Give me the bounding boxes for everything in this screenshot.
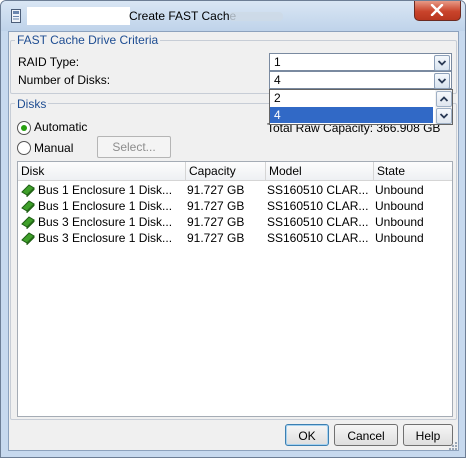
automatic-label[interactable]: Automatic: [34, 120, 87, 134]
raid-type-select[interactable]: 1: [269, 53, 452, 71]
help-button[interactable]: Help: [403, 424, 453, 446]
table-row[interactable]: Bus 1 Enclosure 1 Disk... 91.727 GB SS16…: [18, 198, 452, 214]
num-disks-select[interactable]: 4: [269, 71, 452, 89]
table-row[interactable]: Bus 3 Enclosure 1 Disk... 91.727 GB SS16…: [18, 214, 452, 230]
disk-table-header: Disk Capacity Model State: [18, 162, 452, 181]
chevron-down-icon: [439, 113, 449, 119]
select-disks-button[interactable]: Select...: [97, 136, 171, 158]
capacity-cell: 91.727 GB: [187, 215, 245, 229]
model-cell: SS160510 CLAR...: [267, 215, 369, 229]
disk-cell: Bus 3 Enclosure 1 Disk...: [38, 215, 173, 229]
window-title: Create FAST Cache: [129, 9, 237, 23]
num-disks-label: Number of Disks:: [18, 73, 111, 87]
capacity-cell: 91.727 GB: [187, 231, 245, 245]
chevron-down-icon: [437, 60, 447, 66]
title-bar[interactable]: Create FAST Cache: [1, 1, 465, 31]
disk-table: Disk Capacity Model State Bus 1 Enclosur…: [17, 161, 453, 417]
radio-selected-dot: [21, 125, 27, 131]
disk-cell: Bus 1 Enclosure 1 Disk...: [38, 199, 173, 213]
dialog-window: Create FAST Cache FAST Cache Drive Crite…: [0, 0, 466, 458]
option-label: 4: [274, 108, 281, 122]
table-row[interactable]: Bus 1 Enclosure 1 Disk... 91.727 GB SS16…: [18, 182, 452, 198]
num-disks-dropdown-list: 2 4: [269, 89, 453, 125]
criteria-legend: FAST Cache Drive Criteria: [15, 33, 161, 47]
disk-drive-icon: [21, 200, 35, 213]
column-header-state[interactable]: State: [374, 162, 452, 180]
state-cell: Unbound: [375, 199, 424, 213]
disks-legend: Disks: [15, 97, 49, 111]
manual-label[interactable]: Manual: [34, 141, 73, 155]
capacity-cell: 91.727 GB: [187, 183, 245, 197]
model-cell: SS160510 CLAR...: [267, 231, 369, 245]
raid-type-dropdown-button[interactable]: [434, 55, 450, 71]
disk-drive-icon: [21, 232, 35, 245]
disk-drive-icon: [21, 184, 35, 197]
redacted-title-block: [27, 7, 130, 25]
scroll-up-button[interactable]: [436, 91, 452, 107]
close-icon: [430, 4, 444, 16]
dropdown-scrollbar[interactable]: [435, 90, 452, 124]
disk-cell: Bus 1 Enclosure 1 Disk...: [38, 183, 173, 197]
cancel-button[interactable]: Cancel: [334, 424, 398, 446]
num-disks-dropdown-button[interactable]: [434, 73, 450, 89]
chevron-up-icon: [439, 96, 449, 102]
capacity-cell: 91.727 GB: [187, 199, 245, 213]
disk-cell: Bus 3 Enclosure 1 Disk...: [38, 231, 173, 245]
model-cell: SS160510 CLAR...: [267, 183, 369, 197]
ok-button[interactable]: OK: [285, 424, 329, 446]
num-disks-value: 4: [274, 73, 281, 87]
state-cell: Unbound: [375, 183, 424, 197]
table-row[interactable]: Bus 3 Enclosure 1 Disk... 91.727 GB SS16…: [18, 230, 452, 246]
state-cell: Unbound: [375, 231, 424, 245]
model-cell: SS160510 CLAR...: [267, 199, 369, 213]
manual-radio[interactable]: [17, 141, 31, 155]
raid-type-label: RAID Type:: [18, 55, 80, 69]
app-icon: [11, 9, 21, 23]
redacted-title-suffix: [229, 12, 283, 21]
num-disks-option[interactable]: 2: [270, 90, 433, 106]
automatic-radio[interactable]: [17, 121, 31, 135]
column-header-model[interactable]: Model: [266, 162, 374, 180]
raid-type-value: 1: [274, 55, 281, 69]
option-label: 2: [274, 91, 281, 105]
resize-grip-icon[interactable]: [448, 441, 458, 451]
scroll-down-button[interactable]: [436, 108, 452, 124]
disk-drive-icon: [21, 216, 35, 229]
column-header-capacity[interactable]: Capacity: [186, 162, 266, 180]
column-header-disk[interactable]: Disk: [18, 162, 186, 180]
num-disks-option-selected[interactable]: 4: [270, 107, 433, 123]
state-cell: Unbound: [375, 215, 424, 229]
close-button[interactable]: [414, 1, 461, 21]
chevron-down-icon: [437, 78, 447, 84]
